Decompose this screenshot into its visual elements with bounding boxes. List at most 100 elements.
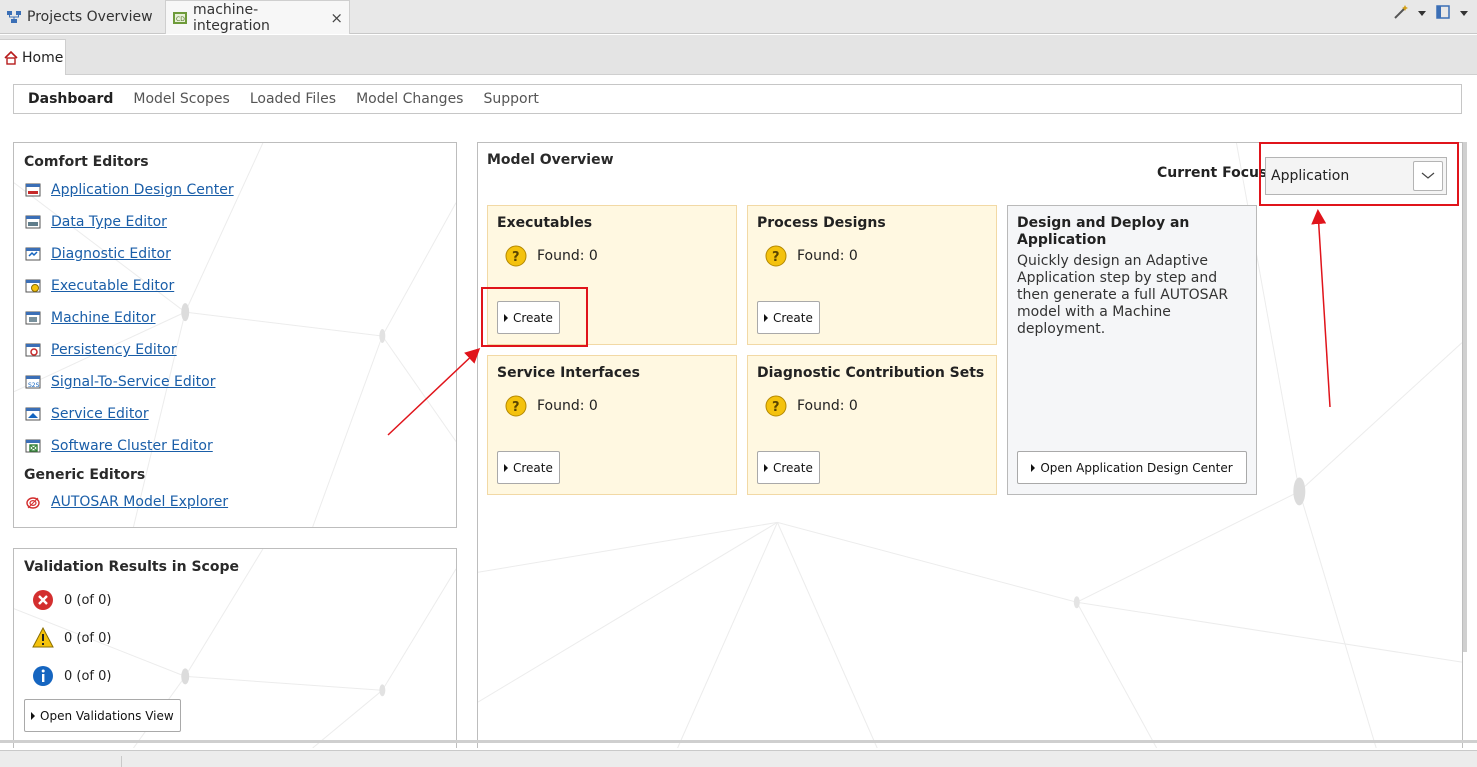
button-label: Open Application Design Center	[1040, 460, 1233, 475]
info-icon	[32, 665, 54, 687]
process-designs-card: Process Designs ? Found: 0 Create	[747, 205, 997, 345]
validation-row-errors: 0 (of 0)	[24, 581, 446, 619]
chevron-down-icon[interactable]	[1413, 161, 1443, 191]
found-status: ? Found: 0	[765, 395, 987, 417]
create-diagnostic-contribution-set-button[interactable]: Create	[757, 451, 820, 484]
error-icon	[32, 589, 54, 611]
editor-link-signal-to-service-editor[interactable]: S2S Signal-To-Service Editor	[24, 366, 446, 398]
editor-link-label[interactable]: Application Design Center	[51, 182, 234, 198]
editor-link-data-type-editor[interactable]: Data Type Editor	[24, 206, 446, 238]
current-focus-select[interactable]: Application	[1265, 157, 1447, 195]
validation-title: Validation Results in Scope	[24, 559, 239, 575]
button-label: Create	[513, 310, 553, 325]
current-focus-value: Application	[1271, 168, 1350, 184]
card-title: Service Interfaces	[497, 365, 641, 381]
editor-link-autosar-model-explorer[interactable]: AUTOSAR Model Explorer	[24, 486, 446, 518]
home-tab-row: Home	[0, 35, 1477, 75]
question-icon: ?	[765, 245, 787, 267]
tab-projects-overview[interactable]: Projects Overview	[0, 0, 166, 34]
button-label: Create	[773, 460, 813, 475]
create-service-interface-button[interactable]: Create	[497, 451, 560, 484]
editor-tab-bar: Projects Overview CD machine-integration…	[0, 0, 1477, 34]
triangle-right-icon	[504, 463, 508, 472]
validation-count: 0 (of 0)	[64, 592, 112, 608]
editor-link-machine-editor[interactable]: Machine Editor	[24, 302, 446, 334]
tab-machine-integration[interactable]: CD machine-integration ×	[166, 0, 350, 34]
projects-overview-icon	[6, 9, 22, 25]
editor-link-diagnostic-editor[interactable]: Diagnostic Editor	[24, 238, 446, 270]
autosar-explorer-icon	[24, 493, 42, 511]
svg-text:?: ?	[512, 250, 520, 265]
nav-model-scopes[interactable]: Model Scopes	[133, 91, 229, 107]
editor-link-label[interactable]: Data Type Editor	[51, 214, 167, 230]
triangle-right-icon	[1031, 463, 1036, 472]
comfort-editors-panel: Comfort Editors Application Design Cente…	[13, 142, 457, 528]
service-icon	[24, 405, 42, 423]
found-status: ? Found: 0	[765, 245, 987, 267]
triangle-right-icon	[764, 313, 768, 322]
editor-link-application-design-center[interactable]: Application Design Center	[24, 174, 446, 206]
card-description: Quickly design an Adaptive Application s…	[1017, 253, 1229, 337]
model-overview-panel: Model Overview Current Focus: Applicatio…	[477, 142, 1463, 748]
warning-icon	[32, 627, 54, 649]
card-title: Executables	[497, 215, 593, 231]
executables-card: Executables ? Found: 0 Create	[487, 205, 737, 345]
triangle-right-icon	[764, 463, 768, 472]
editor-link-service-editor[interactable]: Service Editor	[24, 398, 446, 430]
editor-link-label[interactable]: Signal-To-Service Editor	[51, 374, 215, 390]
data-type-icon	[24, 213, 42, 231]
magic-wand-icon[interactable]	[1393, 4, 1409, 24]
maximize-icon[interactable]	[1435, 4, 1451, 24]
editor-link-label[interactable]: Service Editor	[51, 406, 149, 422]
open-validations-view-button[interactable]: Open Validations View	[24, 699, 181, 732]
found-status: ? Found: 0	[505, 395, 727, 417]
tab-label: Projects Overview	[27, 9, 153, 25]
nav-model-changes[interactable]: Model Changes	[356, 91, 463, 107]
home-tab-label: Home	[22, 49, 64, 66]
found-count: Found: 0	[797, 398, 858, 414]
vertical-scrollbar[interactable]	[1463, 142, 1467, 652]
model-overview-title: Model Overview	[487, 152, 614, 168]
status-bar	[0, 750, 1477, 767]
card-title: Process Designs	[757, 215, 886, 231]
editor-file-icon: CD	[172, 10, 188, 26]
found-count: Found: 0	[537, 398, 598, 414]
card-title: Design and Deploy an Application	[1017, 215, 1190, 248]
validation-results-panel: Validation Results in Scope 0 (of 0) 0 (…	[13, 548, 457, 748]
open-application-design-center-button[interactable]: Open Application Design Center	[1017, 451, 1247, 484]
dropdown-arrow-icon[interactable]	[1459, 7, 1469, 22]
service-interfaces-card: Service Interfaces ? Found: 0 Create	[487, 355, 737, 495]
editor-link-label[interactable]: Executable Editor	[51, 278, 174, 294]
validation-count: 0 (of 0)	[64, 668, 112, 684]
app-design-icon	[24, 181, 42, 199]
question-icon: ?	[765, 395, 787, 417]
svg-text:?: ?	[772, 400, 780, 415]
generic-editors-title: Generic Editors	[24, 467, 146, 483]
close-icon[interactable]: ×	[330, 9, 343, 27]
editor-link-executable-editor[interactable]: Executable Editor	[24, 270, 446, 302]
editor-link-label[interactable]: Diagnostic Editor	[51, 246, 171, 262]
question-icon: ?	[505, 395, 527, 417]
nav-support[interactable]: Support	[483, 91, 538, 107]
found-status: ? Found: 0	[505, 245, 727, 267]
question-icon: ?	[505, 245, 527, 267]
button-label: Open Validations View	[40, 708, 174, 723]
create-process-design-button[interactable]: Create	[757, 301, 820, 334]
dropdown-arrow-icon[interactable]	[1417, 7, 1427, 22]
card-title: Diagnostic Contribution Sets	[757, 365, 985, 381]
machine-icon	[24, 309, 42, 327]
nav-dashboard[interactable]: Dashboard	[28, 91, 113, 107]
editor-link-persistency-editor[interactable]: Persistency Editor	[24, 334, 446, 366]
editor-link-label[interactable]: AUTOSAR Model Explorer	[51, 494, 228, 510]
validation-row-warnings: 0 (of 0)	[24, 619, 446, 657]
editor-link-software-cluster-editor[interactable]: Software Cluster Editor	[24, 430, 446, 462]
editor-link-label[interactable]: Machine Editor	[51, 310, 156, 326]
found-count: Found: 0	[797, 248, 858, 264]
editor-link-label[interactable]: Persistency Editor	[51, 342, 177, 358]
nav-loaded-files[interactable]: Loaded Files	[250, 91, 336, 107]
editor-link-label[interactable]: Software Cluster Editor	[51, 438, 213, 454]
svg-text:?: ?	[772, 250, 780, 265]
tab-home[interactable]: Home	[0, 39, 66, 75]
create-executable-button[interactable]: Create	[497, 301, 560, 334]
home-icon	[4, 50, 18, 65]
